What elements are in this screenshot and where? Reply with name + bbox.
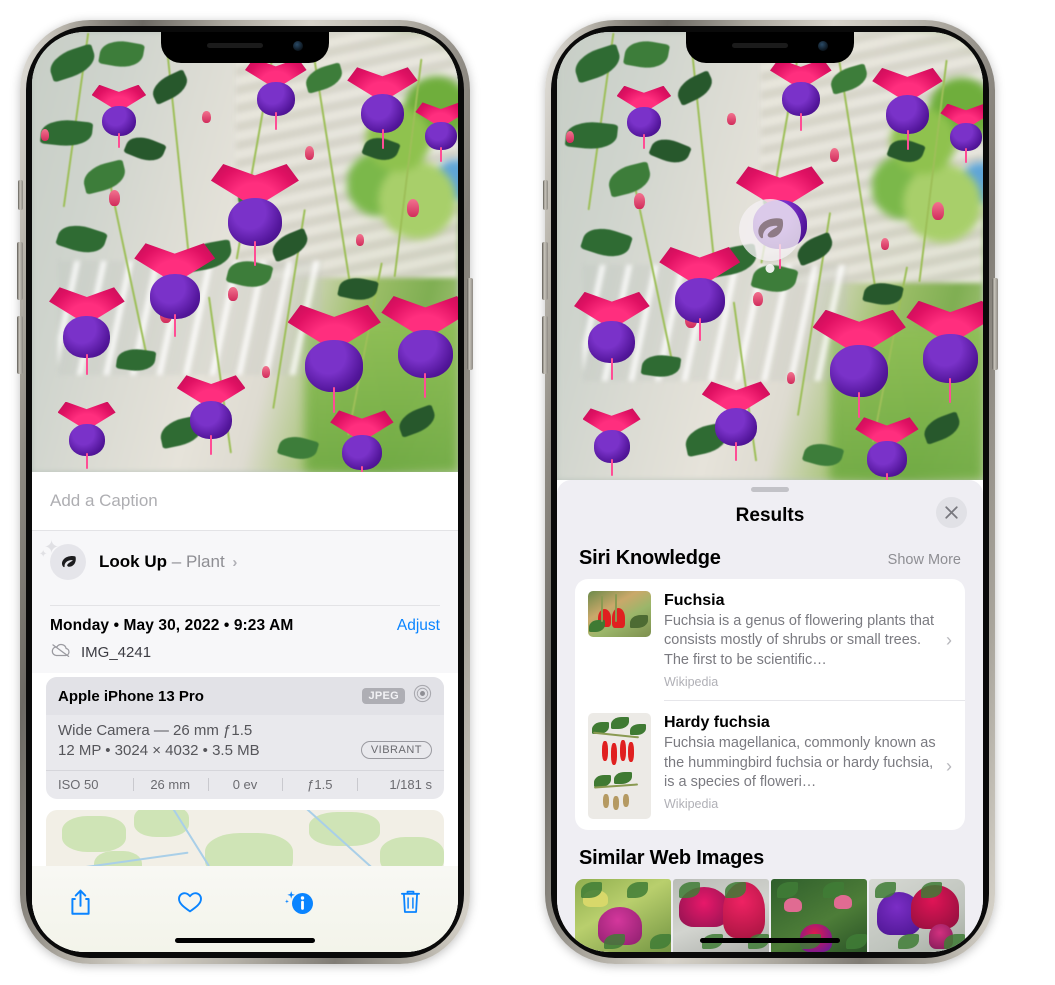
exif-stat-2: 0 ev [207, 777, 283, 792]
silent-switch-right[interactable] [543, 180, 548, 210]
screen-left: Add a Caption ✦ ✦ Look Up – Plant › Mond… [32, 32, 458, 952]
exif-stat-0: ISO 50 [58, 777, 99, 792]
list-item[interactable]: Fuchsia Fuchsia is a genus of flowering … [575, 579, 965, 700]
volume-up-button-right[interactable] [542, 242, 548, 300]
notch-left [161, 32, 329, 63]
results-title: Results [735, 505, 805, 526]
exif-stats-row: ISO 50 26 mm 0 ev ƒ1.5 1/181 s [46, 771, 444, 799]
card-description: Fuchsia is a genus of flowering plants t… [664, 613, 935, 668]
volume-down-button-right[interactable] [542, 316, 548, 374]
delete-button[interactable] [388, 882, 432, 922]
photo-info-sheet: Add a Caption ✦ ✦ Look Up – Plant › Mond… [32, 472, 458, 952]
notch-right [686, 32, 854, 63]
look-up-text: Look Up [99, 552, 167, 571]
leaf-shape [897, 933, 919, 950]
siri-knowledge-header: Siri Knowledge Show More [557, 540, 983, 579]
chevron-right-icon: › [946, 629, 952, 650]
info-button[interactable] [278, 882, 322, 922]
card-title: Fuchsia [664, 592, 725, 609]
leaf-shape [776, 882, 798, 898]
chevron-right-icon: › [232, 554, 238, 571]
leaf-shape [626, 882, 648, 898]
photographic-style-badge: VIBRANT [360, 741, 432, 759]
web-image-1[interactable] [575, 879, 671, 952]
volume-down-button-left[interactable] [17, 316, 23, 374]
card-source: Wikipedia [664, 797, 719, 812]
aperture-icon [413, 684, 432, 708]
photo-viewer-lookup[interactable] [557, 32, 983, 480]
fuchsia-plant [32, 32, 458, 472]
card-thumbnail [588, 713, 651, 820]
similar-web-images-title: Similar Web Images [579, 847, 764, 870]
photo-metadata: Monday • May 30, 2022 • 9:23 AM Adjust I… [32, 593, 458, 673]
screen-right: Results Siri Knowledge Show More Fuchsia… [557, 32, 983, 952]
close-button[interactable] [936, 497, 967, 528]
image-specs: 12 MP • 3024 × 4032 • 3.5 MB [58, 741, 260, 759]
flower-shape [784, 897, 802, 912]
left-phone: Add a Caption ✦ ✦ Look Up – Plant › Mond… [17, 20, 473, 964]
divider [50, 605, 440, 606]
close-icon [945, 506, 958, 519]
results-sheet: Results Siri Knowledge Show More Fuchsia… [557, 480, 983, 952]
look-up-subject: Plant [185, 552, 225, 571]
exif-header: Apple iPhone 13 Pro JPEG [46, 677, 444, 715]
power-button-right[interactable] [992, 278, 998, 370]
silent-switch-left[interactable] [18, 180, 23, 210]
exif-stat-3: ƒ1.5 [282, 777, 357, 792]
earpiece-speaker [207, 43, 263, 48]
lens-info: Wide Camera — 26 mm ƒ1.5 [58, 722, 253, 739]
exif-stat-1: 26 mm [132, 777, 208, 792]
caption-input[interactable]: Add a Caption [32, 472, 458, 530]
home-indicator-right[interactable] [700, 938, 840, 943]
list-item[interactable]: Hardy fuchsia Fuchsia magellanica, commo… [575, 701, 965, 830]
icloud-slash-icon [50, 642, 72, 663]
leaf-shape [845, 933, 867, 950]
chevron-right-icon: › [946, 755, 952, 776]
adjust-button[interactable]: Adjust [397, 617, 440, 635]
share-button[interactable] [58, 882, 102, 922]
siri-knowledge-list: Fuchsia Fuchsia is a genus of flowering … [575, 579, 965, 831]
look-up-label: Look Up – Plant › [99, 552, 237, 572]
leaf-shape [649, 933, 671, 950]
right-phone: Results Siri Knowledge Show More Fuchsia… [542, 20, 998, 964]
card-thumbnail [588, 591, 651, 637]
leaf-shape [603, 933, 625, 950]
camera-model: Apple iPhone 13 Pro [58, 687, 204, 705]
card-title: Hardy fuchsia [664, 714, 770, 732]
card-description: Fuchsia magellanica, commonly known as t… [664, 735, 936, 790]
exif-stat-4: 1/181 s [357, 777, 432, 792]
look-up-separator: – [171, 552, 182, 571]
front-camera [818, 41, 828, 51]
photo-viewer[interactable] [32, 32, 458, 472]
card-source: Wikipedia [664, 675, 719, 690]
power-button-left[interactable] [467, 278, 473, 370]
capture-date: Monday • May 30, 2022 • 9:23 AM [50, 617, 294, 634]
siri-knowledge-title: Siri Knowledge [579, 547, 721, 569]
format-badge: JPEG [362, 688, 405, 704]
front-camera [293, 41, 303, 51]
results-header: Results [557, 492, 983, 540]
file-name: IMG_4241 [81, 644, 152, 661]
home-indicator-left[interactable] [175, 938, 315, 943]
leaf-icon: ✦ ✦ [39, 537, 86, 580]
sparkle-small-icon: ✦ [39, 549, 48, 560]
leaf-icon [758, 218, 784, 239]
look-up-row[interactable]: ✦ ✦ Look Up – Plant › [32, 531, 458, 593]
exif-card[interactable]: Apple iPhone 13 Pro JPEG Wide Camera — 2… [46, 677, 444, 799]
visual-look-up-pin[interactable] [739, 199, 801, 261]
show-more-button[interactable]: Show More [888, 552, 961, 568]
favorite-button[interactable] [168, 882, 212, 922]
leaf-shape [943, 933, 965, 950]
exif-body: Wide Camera — 26 mm ƒ1.5 12 MP • 3024 × … [46, 715, 444, 767]
earpiece-speaker [732, 43, 788, 48]
volume-up-button-left[interactable] [17, 242, 23, 300]
web-image-4[interactable] [869, 879, 965, 952]
